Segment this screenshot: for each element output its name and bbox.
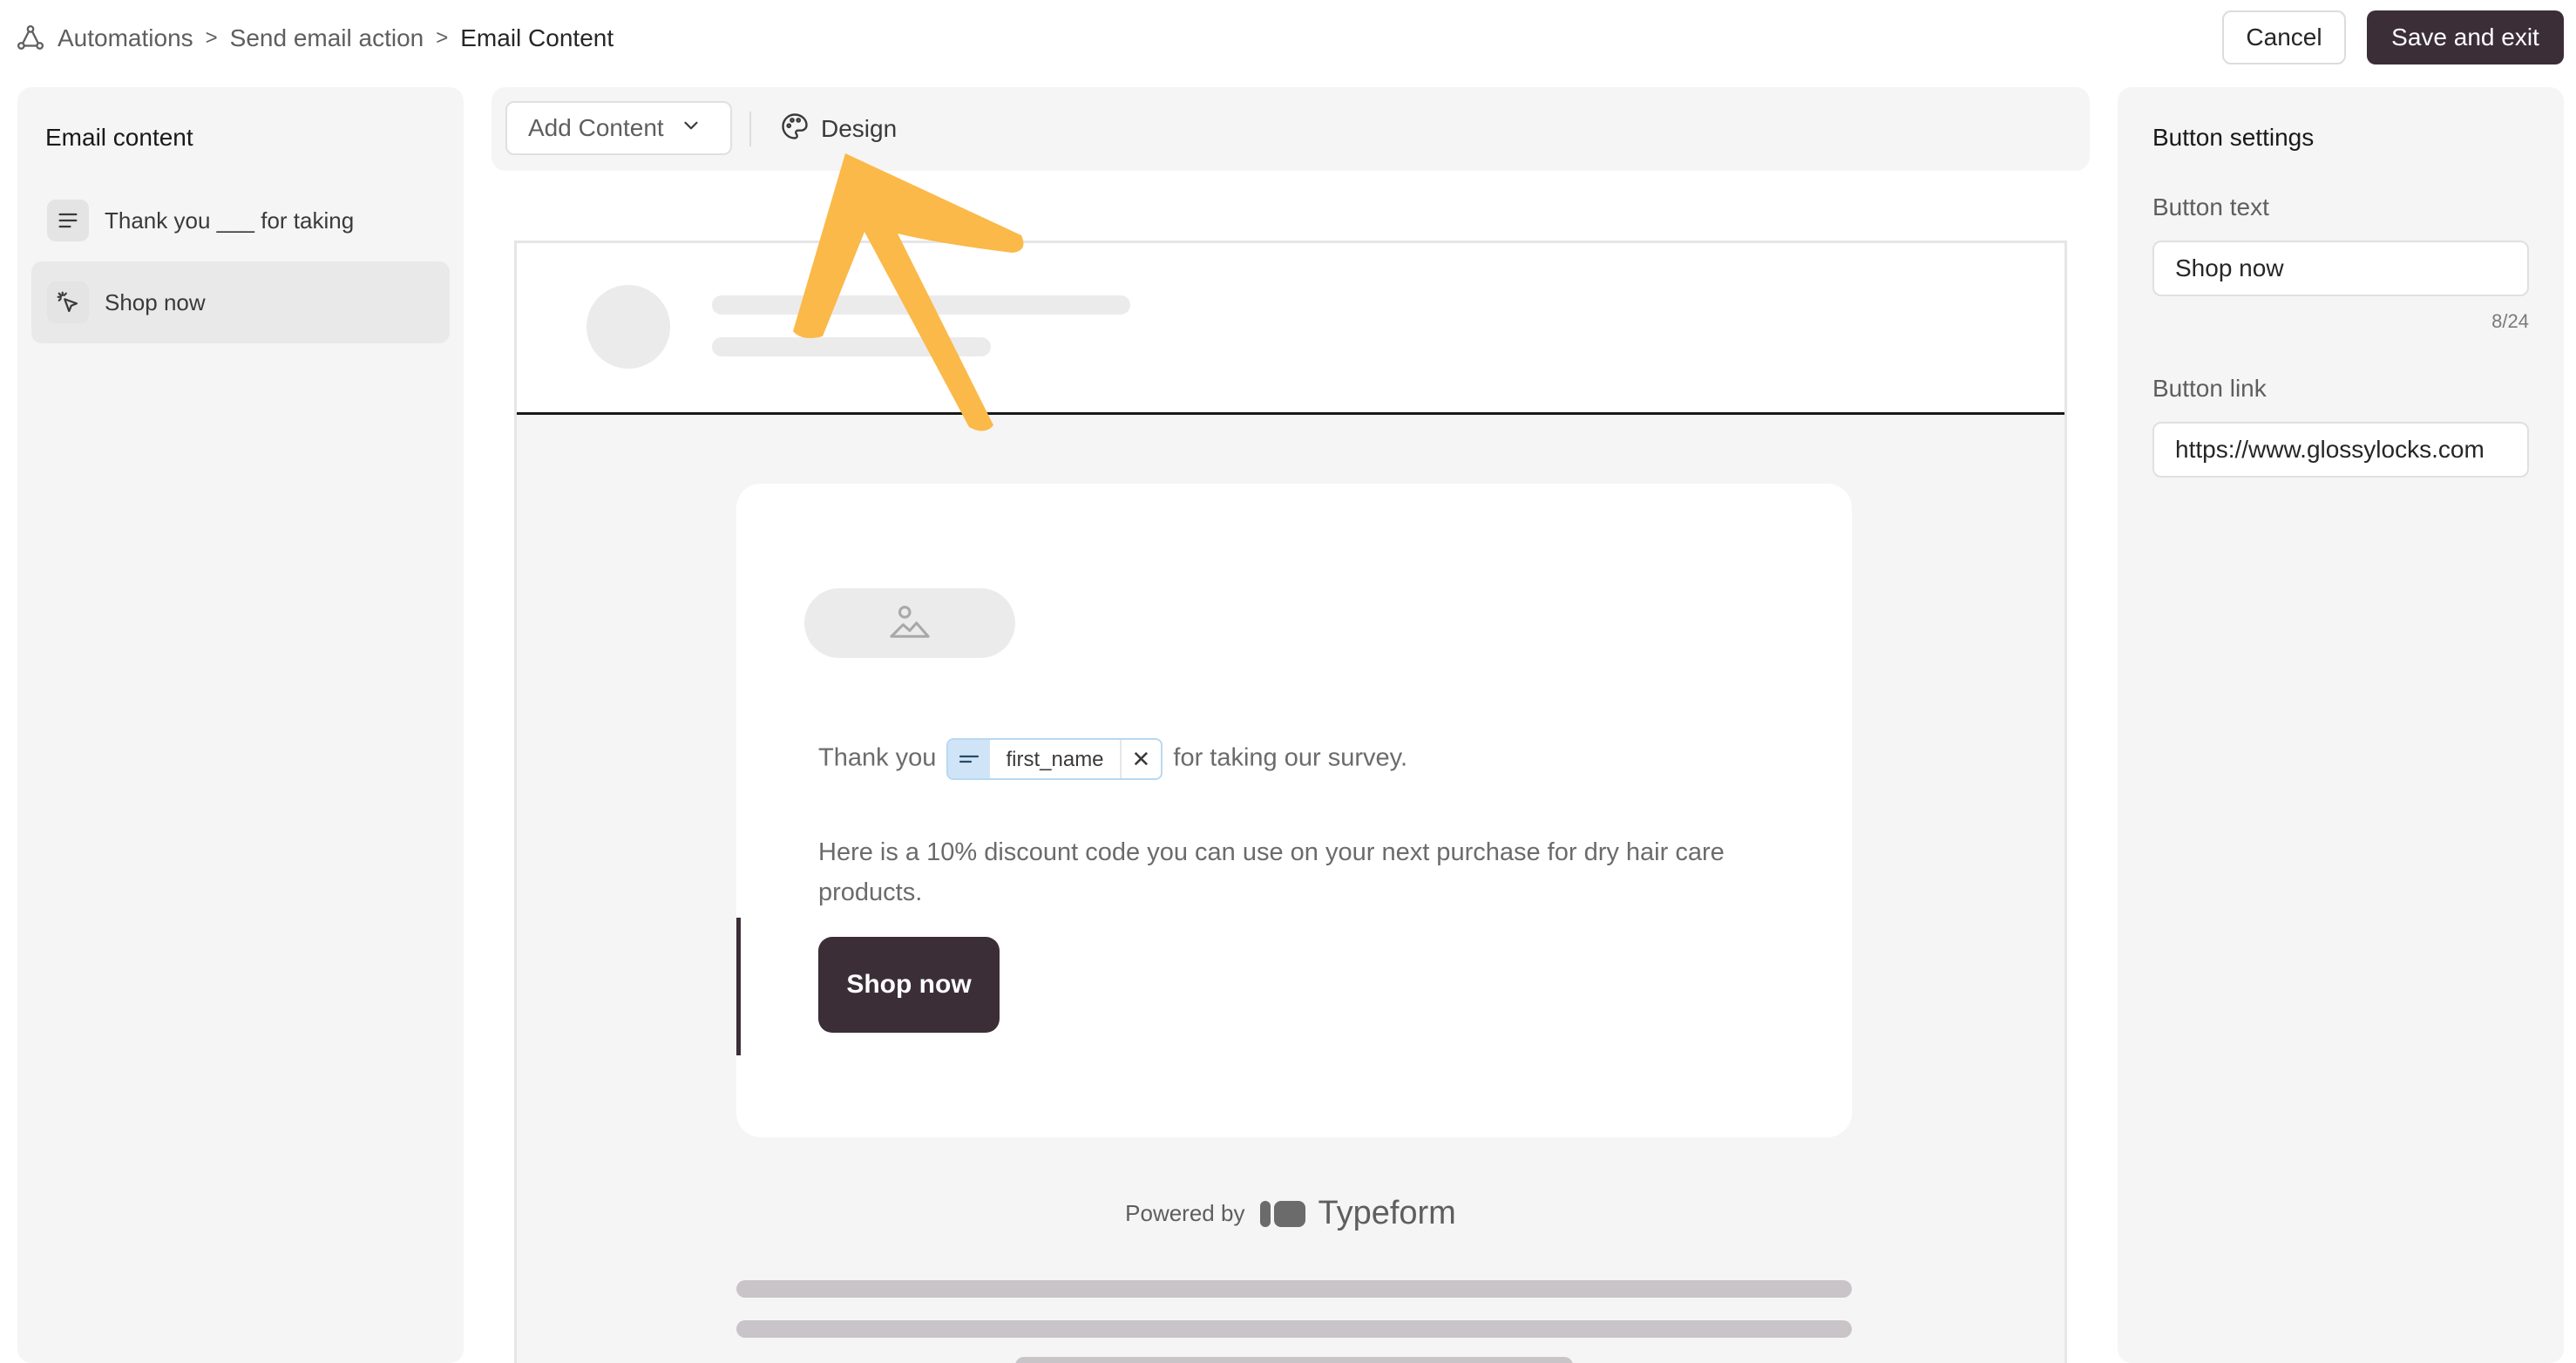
breadcrumb-separator: >	[436, 26, 449, 50]
char-counter: 8/24	[2491, 310, 2529, 332]
breadcrumb-email-content: Email Content	[460, 24, 614, 51]
content-item-label: Shop now	[105, 288, 206, 315]
powered-by-text: Powered by	[1125, 1200, 1245, 1226]
typeform-mark-icon	[1260, 1200, 1306, 1227]
design-label: Design	[821, 115, 898, 142]
sender-avatar-placeholder	[586, 285, 670, 369]
email-content-panel: Email content Thank you ___ for taking S…	[17, 87, 464, 1363]
typeform-wordmark: Typeform	[1318, 1195, 1456, 1231]
text-lines-icon	[47, 200, 89, 241]
click-cursor-icon	[47, 281, 89, 323]
content-item-button[interactable]: Shop now	[31, 261, 450, 343]
thank-you-prefix: Thank you	[818, 743, 937, 772]
breadcrumb-automations[interactable]: Automations	[58, 24, 193, 52]
breadcrumb: Automations > Send email action > Email …	[16, 19, 613, 58]
email-header-skeleton	[517, 243, 2064, 415]
chevron-down-icon	[680, 114, 702, 143]
variable-icon	[948, 740, 991, 778]
email-body-card: Thank you first_name ✕ for taking our su…	[736, 484, 1852, 1137]
highlight-arrow-icon	[793, 153, 1024, 431]
variable-name: first_name	[1006, 747, 1104, 771]
thank-you-suffix: for taking our survey.	[1173, 743, 1408, 772]
editor-toolbar: Add Content Design	[491, 87, 2090, 171]
save-and-exit-button[interactable]: Save and exit	[2367, 10, 2564, 64]
shop-now-button[interactable]: Shop now	[818, 937, 1000, 1033]
powered-by-footer: Powered by Typeform	[517, 1195, 2064, 1232]
design-button[interactable]: Design	[779, 105, 897, 153]
content-item-label: Thank you ___ for taking	[105, 207, 355, 234]
selected-block-indicator	[736, 918, 741, 1055]
add-content-label: Add Content	[528, 114, 664, 141]
footer-line-placeholder	[736, 1320, 1852, 1338]
footer-line-placeholder	[736, 1280, 1852, 1298]
email-preview: Thank you first_name ✕ for taking our su…	[514, 241, 2067, 1363]
palette-icon	[779, 111, 810, 148]
add-content-dropdown[interactable]: Add Content	[505, 101, 732, 155]
footer-line-placeholder	[1015, 1357, 1573, 1363]
image-placeholder[interactable]	[804, 588, 1015, 658]
image-icon	[888, 601, 932, 646]
panel-title: Button settings	[2152, 124, 2315, 151]
variable-chip[interactable]: first_name ✕	[946, 738, 1163, 780]
breadcrumb-send-email-action[interactable]: Send email action	[230, 24, 424, 52]
automations-icon	[16, 24, 45, 53]
toolbar-divider	[749, 112, 751, 146]
cancel-button[interactable]: Cancel	[2222, 10, 2346, 64]
content-item-text[interactable]: Thank you ___ for taking	[31, 180, 450, 261]
panel-title: Email content	[45, 124, 193, 151]
button-text-input[interactable]: Shop now	[2152, 241, 2529, 296]
typeform-logo: Typeform	[1260, 1195, 1456, 1232]
breadcrumb-separator: >	[205, 26, 218, 50]
remove-variable-button[interactable]: ✕	[1119, 740, 1162, 778]
button-link-input[interactable]: https://www.glossylocks.com	[2152, 422, 2529, 478]
discount-paragraph[interactable]: Here is a 10% discount code you can use …	[818, 832, 1733, 912]
button-link-label: Button link	[2152, 375, 2267, 402]
thank-you-text-block[interactable]: Thank you first_name ✕ for taking our su…	[818, 738, 1407, 780]
button-settings-panel: Button settings Button text Shop now 8/2…	[2118, 87, 2564, 1363]
button-text-label: Button text	[2152, 193, 2269, 220]
